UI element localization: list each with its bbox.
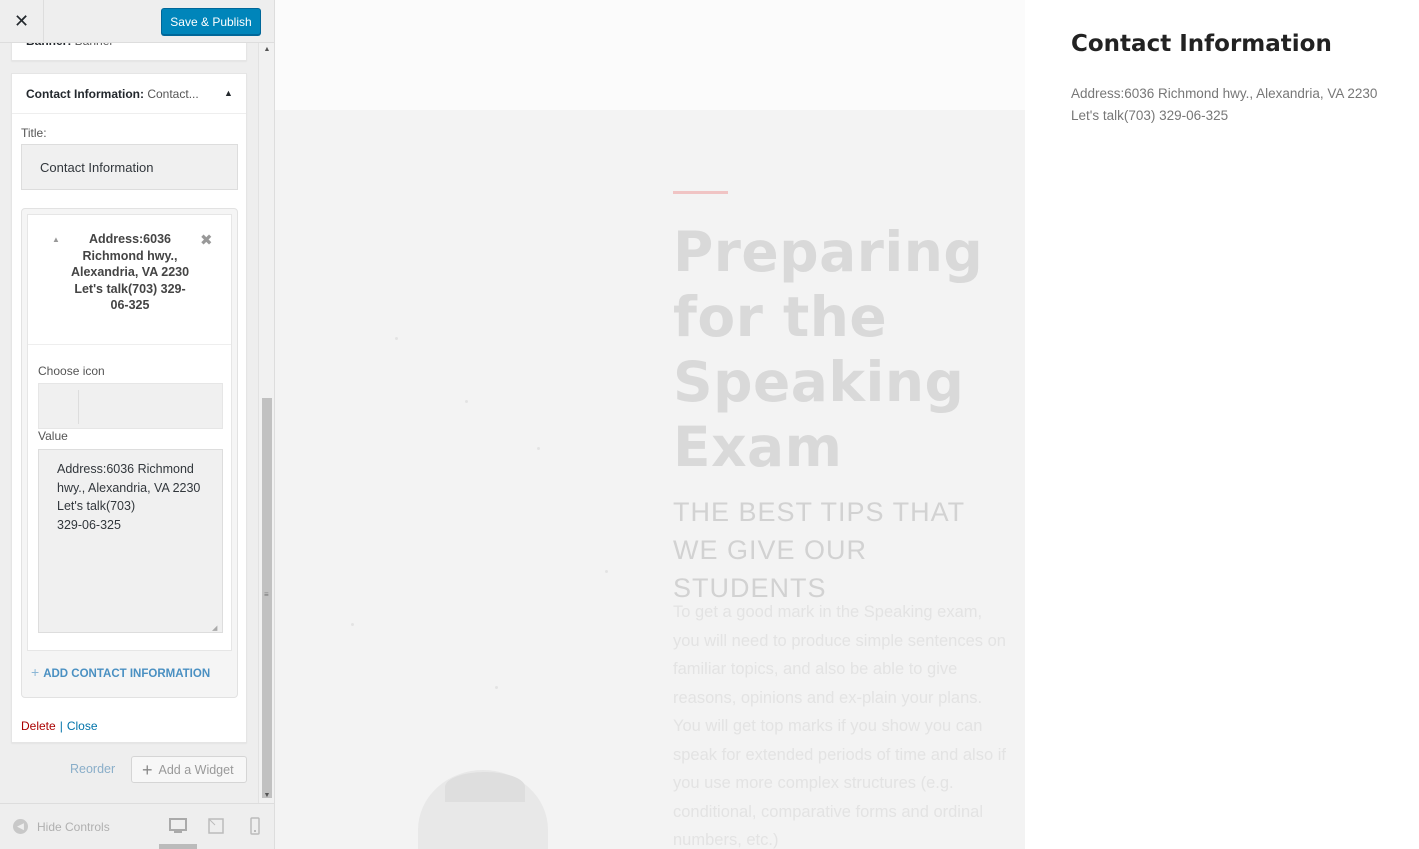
- save-publish-button[interactable]: Save & Publish: [161, 8, 261, 35]
- site-preview: Preparing for the Speaking Exam THE BEST…: [275, 0, 1419, 849]
- contact-information-widget: Contact Information: Contact... ▲ Title:…: [11, 73, 247, 743]
- hero-title: Preparing for the Speaking Exam: [673, 220, 984, 479]
- icon-picker-divider: [78, 390, 79, 424]
- plus-icon: +: [31, 664, 40, 680]
- customizer-sidebar: Banner: Banner ▾ Contact Information: Co…: [0, 0, 275, 849]
- close-customizer-button[interactable]: ✕: [0, 0, 44, 43]
- title-label: Title:: [21, 126, 47, 140]
- plus-icon: +: [142, 759, 153, 780]
- customizer-header: ✕ Save & Publish: [0, 0, 274, 43]
- collapse-icon: ◀: [13, 819, 28, 834]
- value-label: Value: [38, 429, 68, 443]
- contact-information-text: Address:6036 Richmond hwy., Alexandria, …: [1071, 86, 1378, 123]
- close-link[interactable]: Close: [67, 719, 98, 733]
- scroll-down-arrow-icon[interactable]: ▼: [259, 791, 274, 801]
- contact-item: ▲ Address:6036 Richmond hwy., Alexandria…: [27, 214, 232, 651]
- hero-subtitle: THE BEST TIPS THAT WE GIVE OUR STUDENTS: [673, 497, 965, 603]
- contact-information-heading: Contact Information: [1071, 31, 1332, 57]
- resize-handle-icon[interactable]: ◢: [212, 624, 217, 632]
- widget-title: Contact Information: Contact...: [26, 87, 199, 101]
- icon-picker[interactable]: [38, 383, 223, 429]
- choose-icon-label: Choose icon: [38, 364, 105, 378]
- add-contact-information-button[interactable]: + ADD CONTACT INFORMATION: [31, 664, 210, 680]
- widget-header[interactable]: Contact Information: Contact... ▲: [12, 74, 246, 114]
- hero-section: Preparing for the Speaking Exam THE BEST…: [275, 110, 1025, 849]
- contact-item-title: Address:6036 Richmond hwy., Alexandria, …: [70, 232, 190, 312]
- hero-body-text: To get a good mark in the Speaking exam,…: [673, 603, 1006, 849]
- scrollbar[interactable]: ▲ ≡ ▼: [258, 43, 274, 803]
- collapse-arrow-icon[interactable]: ▲: [52, 235, 60, 244]
- tablet-icon[interactable]: [206, 816, 226, 836]
- device-active-indicator: [159, 844, 197, 849]
- hide-controls-button[interactable]: ◀ Hide Controls: [13, 819, 110, 834]
- preview-sidebar: Contact Information Address:6036 Richmon…: [1025, 0, 1419, 849]
- contact-repeater: ▲ Address:6036 Richmond hwy., Alexandria…: [21, 208, 238, 698]
- mobile-icon[interactable]: [245, 816, 265, 836]
- separator: |: [59, 719, 63, 733]
- customizer-footer: ◀ Hide Controls: [0, 803, 274, 849]
- delete-link[interactable]: Delete: [21, 719, 56, 733]
- widget-actions: Delete | Close: [21, 719, 98, 733]
- desktop-icon[interactable]: [168, 816, 188, 836]
- resize-grip-icon[interactable]: ≡: [264, 590, 269, 599]
- hero-person-hair: [445, 772, 525, 802]
- title-input[interactable]: [21, 144, 238, 190]
- contact-item-header[interactable]: ▲ Address:6036 Richmond hwy., Alexandria…: [28, 215, 231, 345]
- add-widget-button[interactable]: + Add a Widget: [131, 756, 247, 783]
- header-area: [275, 0, 1025, 110]
- accent-rule: [673, 191, 728, 194]
- collapse-arrow-icon[interactable]: ▲: [224, 88, 233, 98]
- reorder-link[interactable]: Reorder: [70, 762, 115, 776]
- scroll-up-arrow-icon[interactable]: ▲: [259, 45, 274, 55]
- value-textarea[interactable]: Address:6036 Richmond hwy., Alexandria, …: [38, 449, 223, 633]
- remove-icon[interactable]: ✖: [200, 231, 213, 249]
